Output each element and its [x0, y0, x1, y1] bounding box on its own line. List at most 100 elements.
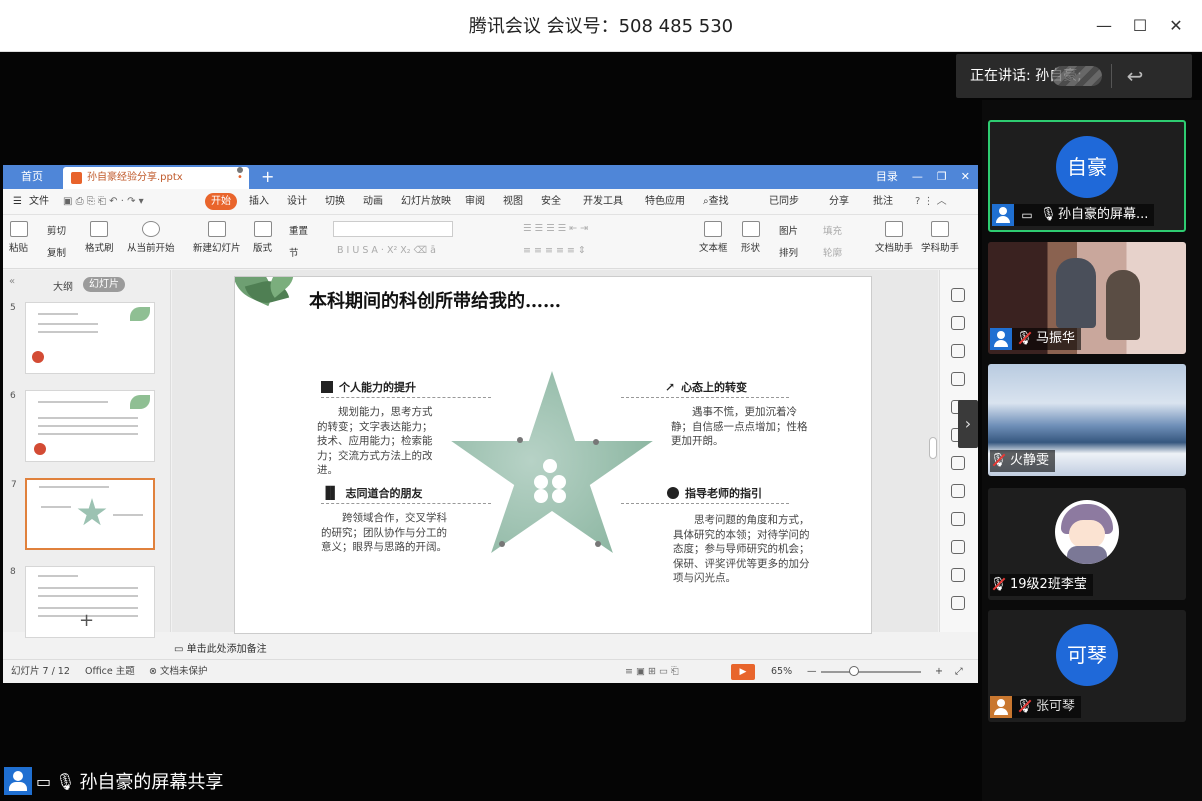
format-icons[interactable]: B I U S A · X² X₂ ⌫ ā — [337, 245, 436, 256]
sound-tool-icon[interactable] — [951, 568, 965, 582]
menu-share[interactable]: 分享 — [829, 189, 849, 215]
fit-window-icon[interactable]: ⤢ — [955, 660, 963, 683]
avatar: 自豪 — [1056, 136, 1118, 198]
mic-muted-icon: 🎙 — [1016, 328, 1033, 350]
shape-tool-icon[interactable] — [951, 344, 965, 358]
participant-tile[interactable]: 🎙 19级2班李莹 — [988, 488, 1186, 600]
close-icon[interactable]: ✕ — [961, 165, 970, 189]
text-line — [38, 323, 98, 325]
maximize-button[interactable]: ☐ — [1128, 14, 1152, 38]
text-line — [38, 595, 138, 597]
help-icon[interactable]: ? ⋮ ︿ — [915, 189, 947, 215]
shape-button[interactable]: 形状 — [741, 221, 760, 254]
new-slide-button[interactable]: 新建幻灯片 — [193, 221, 241, 254]
tab-home[interactable]: 首页 — [3, 165, 61, 189]
picture-button[interactable]: 图片 — [779, 223, 798, 237]
arrange-button[interactable]: 排列 — [779, 245, 798, 259]
menu-animation[interactable]: 动画 — [363, 189, 383, 215]
meeting-title: 腾讯会议 会议号：508 485 530 — [468, 16, 734, 37]
text-line — [38, 433, 138, 435]
menu-insert[interactable]: 插入 — [249, 189, 269, 215]
fill-button[interactable]: 填充 — [823, 223, 842, 237]
menu-security[interactable]: 安全 — [541, 189, 561, 215]
textbox-icon — [704, 221, 723, 237]
menu-view[interactable]: 视图 — [503, 189, 523, 215]
list-tool-icon[interactable] — [951, 540, 965, 554]
slide-thumbnail-selected[interactable]: 7 — [11, 478, 155, 550]
settings-tool-icon[interactable] — [951, 456, 965, 470]
copy-button[interactable]: 复制 — [47, 245, 66, 259]
share-tool-icon[interactable] — [951, 512, 965, 526]
shape-label: 形状 — [741, 243, 761, 254]
minimize-button[interactable]: — — [1092, 14, 1116, 38]
format-painter-button[interactable]: 格式刷 — [85, 221, 114, 254]
minimize-icon[interactable]: — — [912, 165, 923, 189]
menu-slideshow[interactable]: 幻灯片放映 — [401, 189, 451, 215]
menu-start[interactable]: 开始 — [205, 193, 237, 210]
outline-button[interactable]: 轮廓 — [823, 245, 842, 259]
zoom-slider-knob[interactable] — [849, 666, 859, 676]
quick-access-icons[interactable]: ▣ ⎙ ⎘ ⎗ ↶ · ↷ ▾ — [63, 189, 144, 215]
protect-label: 文档未保护 — [159, 666, 208, 677]
collapse-icon[interactable]: « — [9, 276, 15, 287]
restore-icon[interactable]: ❐ — [937, 165, 947, 189]
add-slide-button[interactable]: + — [79, 610, 94, 631]
align-icons[interactable]: ≡ ≡ ≡ ≡ ≡ ⇕ — [523, 245, 586, 256]
fill-tool-icon[interactable] — [951, 372, 965, 386]
copy-tool-icon[interactable] — [951, 316, 965, 330]
paste-button[interactable]: 粘贴 — [9, 221, 28, 254]
slide-thumbnail[interactable]: 6 — [10, 390, 155, 462]
history-tool-icon[interactable] — [951, 596, 965, 610]
menu-file[interactable]: 文件 — [29, 189, 49, 215]
menu-review[interactable]: 审阅 — [465, 189, 485, 215]
zoom-in-icon[interactable]: + — [935, 660, 943, 683]
textbox-button[interactable]: 文本框 — [699, 221, 728, 254]
protect-status[interactable]: ⊗ 文档未保护 — [149, 660, 208, 683]
participant-tile[interactable]: 可琴 🎙 张可琴 — [988, 610, 1186, 722]
study-assistant-button[interactable]: 学科助手 — [921, 221, 959, 254]
star-tool-icon[interactable] — [951, 288, 965, 302]
menu-features[interactable]: 特色应用 — [645, 189, 685, 215]
menu-find[interactable]: ⌕查找 — [703, 189, 729, 215]
zoom-slider[interactable] — [821, 671, 921, 673]
text-line — [38, 331, 98, 333]
reset-button[interactable]: 重置 — [289, 223, 308, 237]
layout-button[interactable]: 版式 — [253, 221, 272, 254]
slide-thumbnail[interactable]: 5 — [10, 302, 155, 374]
participant-tile[interactable]: 自豪 ▭ 🎙 孙自豪的屏幕... — [988, 120, 1186, 232]
section-button[interactable]: 节 — [289, 245, 299, 259]
tab-slides[interactable]: 幻灯片 — [83, 277, 125, 292]
font-select[interactable] — [333, 221, 453, 237]
from-current-button[interactable]: 从当前开始 — [127, 221, 175, 254]
images-tool-icon[interactable] — [951, 484, 965, 498]
reply-icon[interactable]: ↩ — [1120, 62, 1150, 90]
play-slideshow-button[interactable]: ▶ — [731, 664, 755, 680]
menu-transition[interactable]: 切换 — [325, 189, 345, 215]
vertical-scrollbar[interactable] — [929, 437, 937, 459]
tab-document[interactable]: 孙自豪经验分享.pptx • — [63, 167, 249, 189]
view-mode-icons[interactable]: ≡ ▣ ⊞ ▭ ⎗ — [625, 660, 679, 683]
expand-panel-icon[interactable]: › — [958, 400, 978, 448]
slide-title: 本科期间的科创所带给我的…… — [309, 291, 561, 312]
notes-area[interactable]: ▭ 单击此处添加备注 — [172, 642, 938, 658]
close-button[interactable]: ✕ — [1164, 14, 1188, 38]
participant-tile[interactable]: 🎙 马振华 — [988, 242, 1186, 354]
menu-developer[interactable]: 开发工具 — [583, 189, 623, 215]
cut-button[interactable]: 剪切 — [47, 223, 66, 237]
menu-synced[interactable]: 已同步 — [769, 189, 799, 215]
current-slide[interactable]: 本科期间的科创所带给我的…… 个人能力的提升 规划能力，思考方式的转变；文字表达… — [234, 276, 872, 634]
speaking-indicator: 正在讲话: 孙自豪; ↩ — [956, 54, 1192, 98]
menu-comment[interactable]: 批注 — [873, 189, 893, 215]
zoom-level[interactable]: 65% — [771, 660, 792, 683]
zoom-out-icon[interactable]: — — [807, 660, 817, 683]
doc-assistant-button[interactable]: 文档助手 — [875, 221, 913, 254]
hamburger-icon[interactable]: ☰ — [13, 189, 22, 215]
connector-line — [321, 397, 491, 398]
shield-icon: ⊗ — [149, 666, 160, 677]
tab-outline[interactable]: 大纲 — [53, 278, 73, 293]
menu-design[interactable]: 设计 — [287, 189, 307, 215]
paragraph-icons[interactable]: ☰ ☰ ☰ ☰ ⇤ ⇥ — [523, 223, 588, 234]
catalog-button[interactable]: 目录 — [876, 165, 898, 189]
new-tab-button[interactable]: + — [261, 165, 274, 189]
participant-tile[interactable]: 🎙 火静雯 — [988, 364, 1186, 476]
